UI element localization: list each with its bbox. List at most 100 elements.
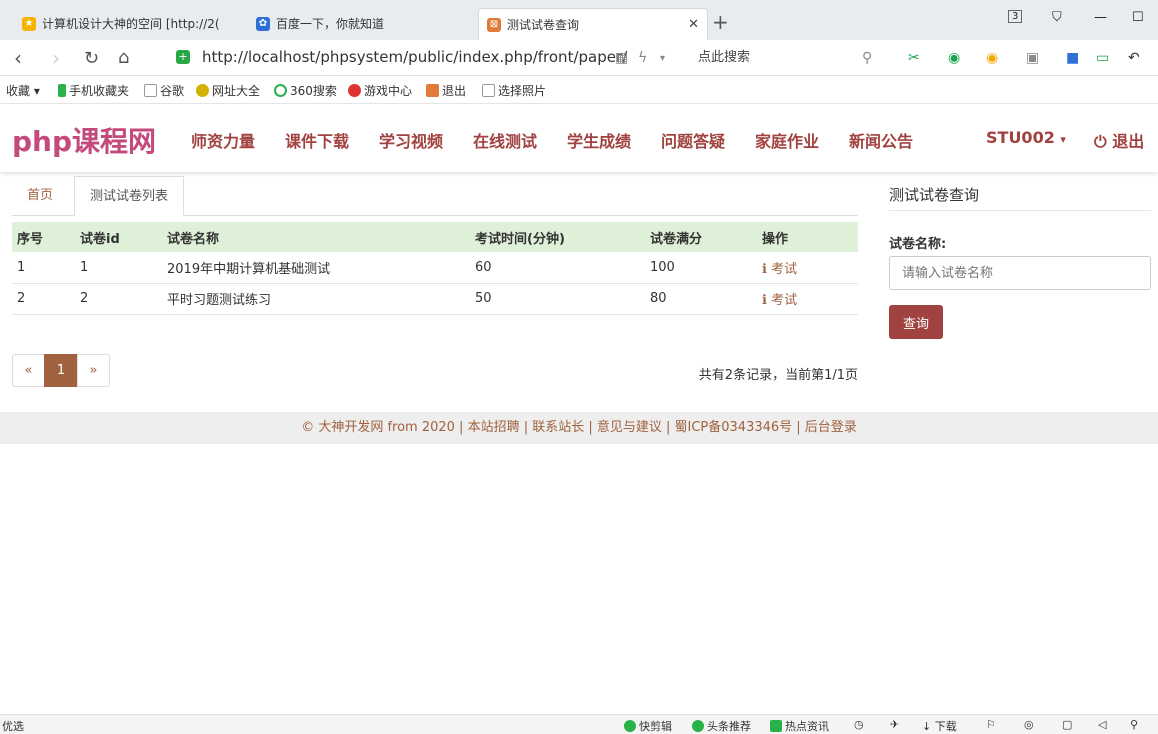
exam-link[interactable]: ℹ 考试 bbox=[757, 252, 858, 284]
bookmark-favorites[interactable]: 收藏 ▾ bbox=[6, 82, 40, 99]
search-input[interactable]: 点此搜索 bbox=[690, 44, 880, 72]
headline-icon bbox=[692, 720, 704, 732]
cell-time: 60 bbox=[470, 252, 645, 284]
headline-button[interactable]: 头条推荐 bbox=[692, 718, 751, 734]
page-icon bbox=[144, 84, 157, 97]
flag-icon[interactable]: ⚐ bbox=[986, 718, 996, 731]
query-button[interactable]: 查询 bbox=[889, 305, 943, 339]
maximize-icon[interactable]: ☐ bbox=[1132, 10, 1144, 25]
url-field[interactable]: + http://localhost/phpsystem/public/inde… bbox=[170, 44, 685, 72]
bookmark-photos[interactable]: 选择照片 bbox=[482, 82, 546, 99]
pin-icon[interactable]: ✈ bbox=[890, 718, 899, 731]
browser-status-bar: 优选 快剪辑 头条推荐 热点资讯 ◷ ✈ ↓ 下载 ⚐ ◎ ▢ ◁ ⚲ bbox=[0, 714, 1158, 734]
page-1-button[interactable]: 1 bbox=[44, 354, 78, 387]
settings-icon[interactable]: ◎ bbox=[1024, 718, 1034, 731]
hot-news-button[interactable]: 热点资讯 bbox=[770, 718, 829, 734]
col-header: 序号 bbox=[12, 222, 75, 252]
cell-score: 100 bbox=[645, 252, 757, 284]
info-icon: ℹ bbox=[762, 293, 767, 308]
power-icon: ⏻ bbox=[1094, 132, 1107, 151]
tab-count-badge[interactable]: 3 bbox=[1008, 10, 1023, 23]
clock-icon[interactable]: ◷ bbox=[854, 718, 864, 731]
globe-icon bbox=[196, 84, 209, 97]
home-icon[interactable]: ⌂ bbox=[118, 47, 129, 68]
cell-no: 2 bbox=[12, 283, 75, 315]
paper-name-input[interactable] bbox=[889, 256, 1151, 290]
nav-videos[interactable]: 学习视频 bbox=[379, 128, 443, 152]
chevron-down-icon: ▾ bbox=[1060, 133, 1066, 146]
qr-icon[interactable]: ▦ bbox=[615, 50, 628, 66]
bookmark-360[interactable]: 360搜索 bbox=[274, 82, 337, 99]
undo-icon[interactable]: ↶ bbox=[1128, 50, 1140, 66]
forward-icon[interactable]: › bbox=[52, 46, 60, 70]
zoom-icon[interactable]: ⚲ bbox=[1130, 718, 1138, 731]
translate-icon[interactable]: ◉ bbox=[948, 50, 960, 66]
back-icon[interactable]: ‹ bbox=[14, 46, 22, 70]
scissors-icon[interactable]: ✂ bbox=[908, 50, 920, 66]
tab-title: 测试试卷查询 bbox=[507, 18, 580, 32]
logout-button[interactable]: ⏻ 退出 bbox=[1094, 128, 1144, 152]
battery-icon[interactable]: ▭ bbox=[1096, 50, 1109, 66]
nav-downloads[interactable]: 课件下载 bbox=[285, 128, 349, 152]
minimize-icon[interactable]: — bbox=[1094, 10, 1107, 25]
new-tab-icon[interactable]: + bbox=[712, 10, 729, 34]
bookmark-exit[interactable]: 退出 bbox=[426, 82, 466, 99]
browser-tab-2[interactable]: ✿ 百度一下，你就知道 bbox=[248, 8, 474, 40]
search-icon[interactable]: ⚲ bbox=[862, 50, 872, 66]
bookmark-sites[interactable]: 网址大全 bbox=[196, 82, 260, 99]
cell-name: 平时习题测试练习 bbox=[162, 283, 470, 315]
cell-time: 50 bbox=[470, 283, 645, 315]
exam-link[interactable]: ℹ 考试 bbox=[757, 283, 858, 315]
divider bbox=[889, 210, 1151, 211]
volume-icon[interactable]: ◁ bbox=[1098, 718, 1106, 731]
browser-tab-1[interactable]: ★ 计算机设计大神的空间 [http://2( bbox=[14, 8, 244, 40]
nav-scores[interactable]: 学生成绩 bbox=[567, 128, 631, 152]
apps-icon[interactable]: ■ bbox=[1066, 50, 1079, 66]
image-icon[interactable]: ▣ bbox=[1026, 50, 1039, 66]
paper-table: 序号 试卷id 试卷名称 考试时间(分钟) 试卷满分 操作 1 1 2019年中… bbox=[12, 222, 858, 315]
site-logo[interactable]: php课程网 bbox=[12, 120, 156, 160]
page-icon bbox=[482, 84, 495, 97]
user-dropdown[interactable]: STU002 ▾ bbox=[986, 128, 1066, 147]
bookmark-mobile[interactable]: 手机收藏夹 bbox=[58, 82, 129, 99]
bookmark-google[interactable]: 谷歌 bbox=[144, 82, 184, 99]
window-icon[interactable]: ▢ bbox=[1062, 718, 1072, 731]
quick-edit-button[interactable]: 快剪辑 bbox=[624, 718, 672, 734]
tab-home[interactable]: 首页 bbox=[12, 176, 68, 216]
baidu-icon: ✿ bbox=[256, 17, 270, 31]
coin-icon[interactable]: ◉ bbox=[986, 50, 998, 66]
nav-online-test[interactable]: 在线测试 bbox=[473, 128, 537, 152]
address-bar: ‹ › ↻ ⌂ + http://localhost/phpsystem/pub… bbox=[0, 40, 1158, 76]
bookmarks-bar: 收藏 ▾ 手机收藏夹 谷歌 网址大全 360搜索 游戏中心 退出 选择照片 bbox=[0, 76, 1158, 104]
tab-paper-list[interactable]: 测试试卷列表 bbox=[74, 176, 185, 216]
record-summary: 共有2条记录，当前第1/1页 bbox=[698, 368, 858, 383]
col-header: 考试时间(分钟) bbox=[470, 222, 645, 252]
refresh-icon[interactable]: ↻ bbox=[84, 48, 99, 69]
nav-homework[interactable]: 家庭作业 bbox=[755, 128, 819, 152]
tab-title: 计算机设计大神的空间 [http://2( bbox=[42, 17, 220, 31]
lightning-icon[interactable]: ϟ bbox=[638, 50, 647, 66]
tab-title: 百度一下，你就知道 bbox=[276, 17, 385, 31]
url-text: http://localhost/phpsystem/public/index.… bbox=[202, 48, 628, 66]
news-icon bbox=[770, 720, 782, 732]
next-page-button[interactable]: » bbox=[77, 354, 110, 387]
game-icon bbox=[348, 84, 361, 97]
prev-page-button[interactable]: « bbox=[12, 354, 45, 387]
phone-icon bbox=[58, 84, 66, 97]
download-button[interactable]: ↓ 下载 bbox=[922, 718, 957, 734]
site-footer: © 大神开发网 from 2020 | 本站招聘 | 联系站长 | 意见与建议 … bbox=[0, 412, 1158, 444]
table-header-row: 序号 试卷id 试卷名称 考试时间(分钟) 试卷满分 操作 bbox=[12, 222, 858, 252]
shirt-icon[interactable]: ⛉ bbox=[1052, 10, 1062, 25]
browser-tab-3-active[interactable]: ⊠ 测试试卷查询 ✕ bbox=[478, 8, 708, 40]
col-header: 操作 bbox=[757, 222, 858, 252]
chevron-down-icon[interactable]: ▾ bbox=[660, 53, 665, 64]
nav-news[interactable]: 新闻公告 bbox=[849, 128, 913, 152]
scissors-icon bbox=[624, 720, 636, 732]
bookmark-games[interactable]: 游戏中心 bbox=[348, 82, 412, 99]
nav-qa[interactable]: 问题答疑 bbox=[661, 128, 725, 152]
cell-id: 2 bbox=[75, 283, 162, 315]
table-row: 1 1 2019年中期计算机基础测试 60 100 ℹ 考试 bbox=[12, 252, 858, 284]
nav-teachers[interactable]: 师资力量 bbox=[191, 128, 255, 152]
close-icon[interactable]: ✕ bbox=[688, 9, 699, 40]
cell-score: 80 bbox=[645, 283, 757, 315]
